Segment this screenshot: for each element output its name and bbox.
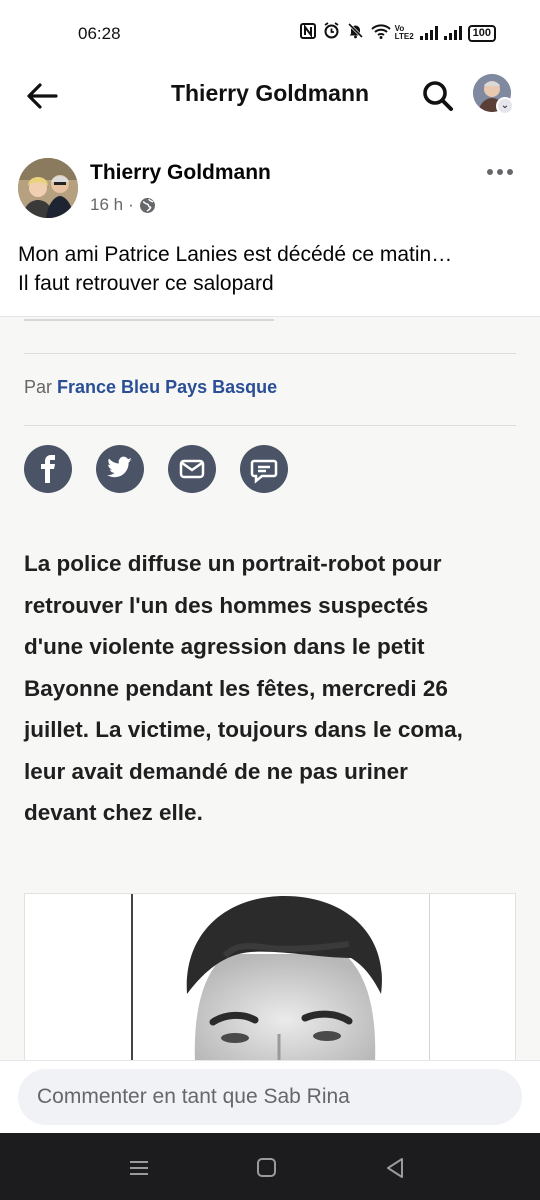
dot <box>507 169 513 175</box>
lte-sub-label: 2 <box>409 32 414 41</box>
nfc-icon <box>299 22 317 44</box>
divider <box>24 353 516 354</box>
cropped-date-line <box>24 317 274 321</box>
composite-sketch-image <box>24 893 516 1060</box>
more-options-button[interactable] <box>480 158 520 186</box>
meta-separator: · <box>128 195 134 214</box>
article-line: juillet. La victime, toujours dans le co… <box>24 717 463 742</box>
lte-label: LTE <box>394 32 410 41</box>
volte-icon: Vo LTE2 <box>395 25 414 41</box>
back-icon <box>387 1158 403 1178</box>
frame-line <box>131 894 133 1060</box>
post-author-name[interactable]: Thierry Goldmann <box>90 161 271 185</box>
status-icons: Vo LTE2 100 <box>299 22 496 44</box>
chevron-down-icon[interactable]: ⌄ <box>496 97 514 115</box>
comment-icon <box>240 445 288 493</box>
frame-line <box>429 894 430 1060</box>
recent-apps-icon <box>130 1161 148 1175</box>
divider <box>24 425 516 426</box>
share-buttons <box>24 445 288 493</box>
article-byline: Par France Bleu Pays Basque <box>24 377 277 398</box>
post-image[interactable]: Par France Bleu Pays Basque La police di… <box>0 316 540 1060</box>
top-app-bar: Thierry Goldmann ⌄ <box>0 64 540 128</box>
page-title: Thierry Goldmann <box>170 80 370 106</box>
search-button[interactable] <box>418 76 458 116</box>
article-line: retrouver l'un des hommes suspectés <box>24 592 429 618</box>
article-line: La police diffuse un portrait-robot pour <box>24 551 442 576</box>
system-navigation-bar <box>0 1133 540 1200</box>
article-line: leur avait demandé de ne pas uriner <box>24 758 408 784</box>
wifi-icon <box>370 23 391 44</box>
portrait-sketch <box>186 896 382 1060</box>
article-line: d'une violente agression dans le petit <box>24 634 425 659</box>
article-line: Bayonne pendant les fêtes, mercredi 26 <box>24 675 448 701</box>
alarm-icon <box>323 22 341 44</box>
comment-bar: Commenter en tant que Sab Rina <box>0 1060 540 1132</box>
system-back-button[interactable] <box>380 1153 410 1183</box>
search-icon <box>423 81 453 111</box>
mute-icon <box>347 22 365 44</box>
post-meta: 16 h · <box>90 195 156 215</box>
globe-icon <box>139 197 155 213</box>
status-bar: 06:28 Vo LTE2 100 <box>0 0 540 64</box>
home-icon <box>257 1158 276 1177</box>
article-body: La police diffuse un portrait-robot pour… <box>24 543 504 834</box>
post-time[interactable]: 16 h <box>90 195 123 215</box>
byline-source-link: France Bleu Pays Basque <box>57 377 278 397</box>
comment-input[interactable]: Commenter en tant que Sab Rina <box>18 1069 522 1125</box>
post-author-avatar[interactable] <box>18 158 78 218</box>
twitter-icon <box>96 445 144 493</box>
dot <box>497 169 503 175</box>
article-line: devant chez elle. <box>24 800 203 825</box>
byline-prefix: Par <box>24 377 53 397</box>
battery-icon: 100 <box>467 24 496 42</box>
signal-icon-2 <box>443 26 462 40</box>
status-time: 06:28 <box>78 24 121 43</box>
facebook-icon <box>24 445 72 493</box>
battery-text: 100 <box>472 26 491 39</box>
post-text-line-1: Mon ami Patrice Lanies est décédé ce mat… <box>18 243 453 266</box>
home-button[interactable] <box>252 1153 282 1183</box>
post-text[interactable]: Mon ami Patrice Lanies est décédé ce mat… <box>18 240 518 298</box>
recent-apps-button[interactable] <box>124 1153 154 1183</box>
post-text-line-2: Il faut retrouver ce salopard <box>18 272 274 295</box>
email-icon <box>168 445 216 493</box>
signal-icon <box>419 26 438 40</box>
dot <box>487 169 493 175</box>
